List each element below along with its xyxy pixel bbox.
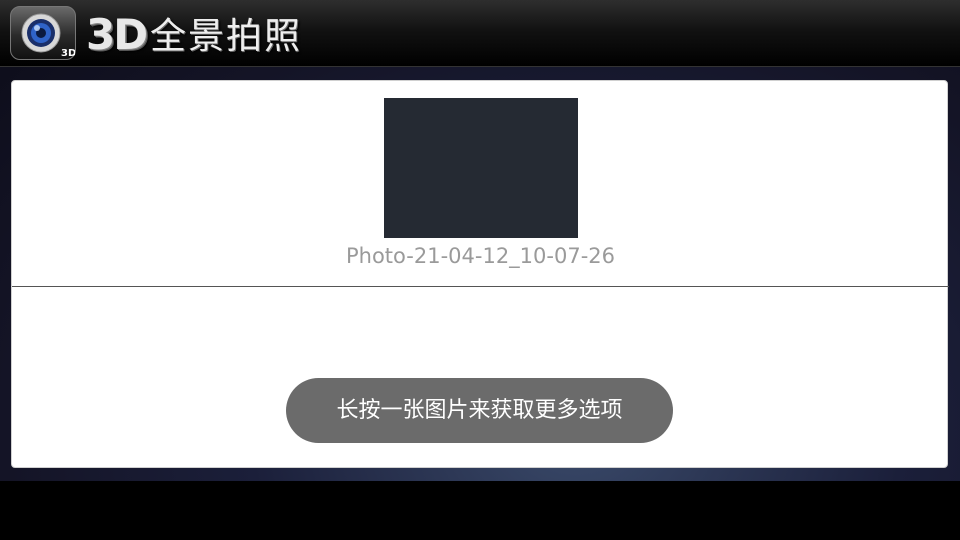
app-icon-badge: 3D	[61, 48, 75, 59]
photo-list-item[interactable]: Photo-21-04-12_10-07-26	[12, 81, 949, 286]
system-nav-bar	[0, 481, 960, 540]
app-title-3d: 3D	[86, 10, 148, 59]
photo-filename: Photo-21-04-12_10-07-26	[345, 244, 615, 268]
camera-lens-icon: 3D	[10, 6, 76, 60]
title-bar: 3D 3D 全景拍照	[0, 0, 960, 67]
toast-message: 长按一张图片来获取更多选项	[286, 378, 673, 443]
app-title-text: 全景拍照	[150, 16, 303, 57]
app-screen: 3D 3D 全景拍照 Photo-21-04-12_10-07-26 长按一张图…	[0, 0, 960, 481]
photo-thumbnail[interactable]	[384, 98, 578, 238]
list-divider	[12, 286, 949, 287]
